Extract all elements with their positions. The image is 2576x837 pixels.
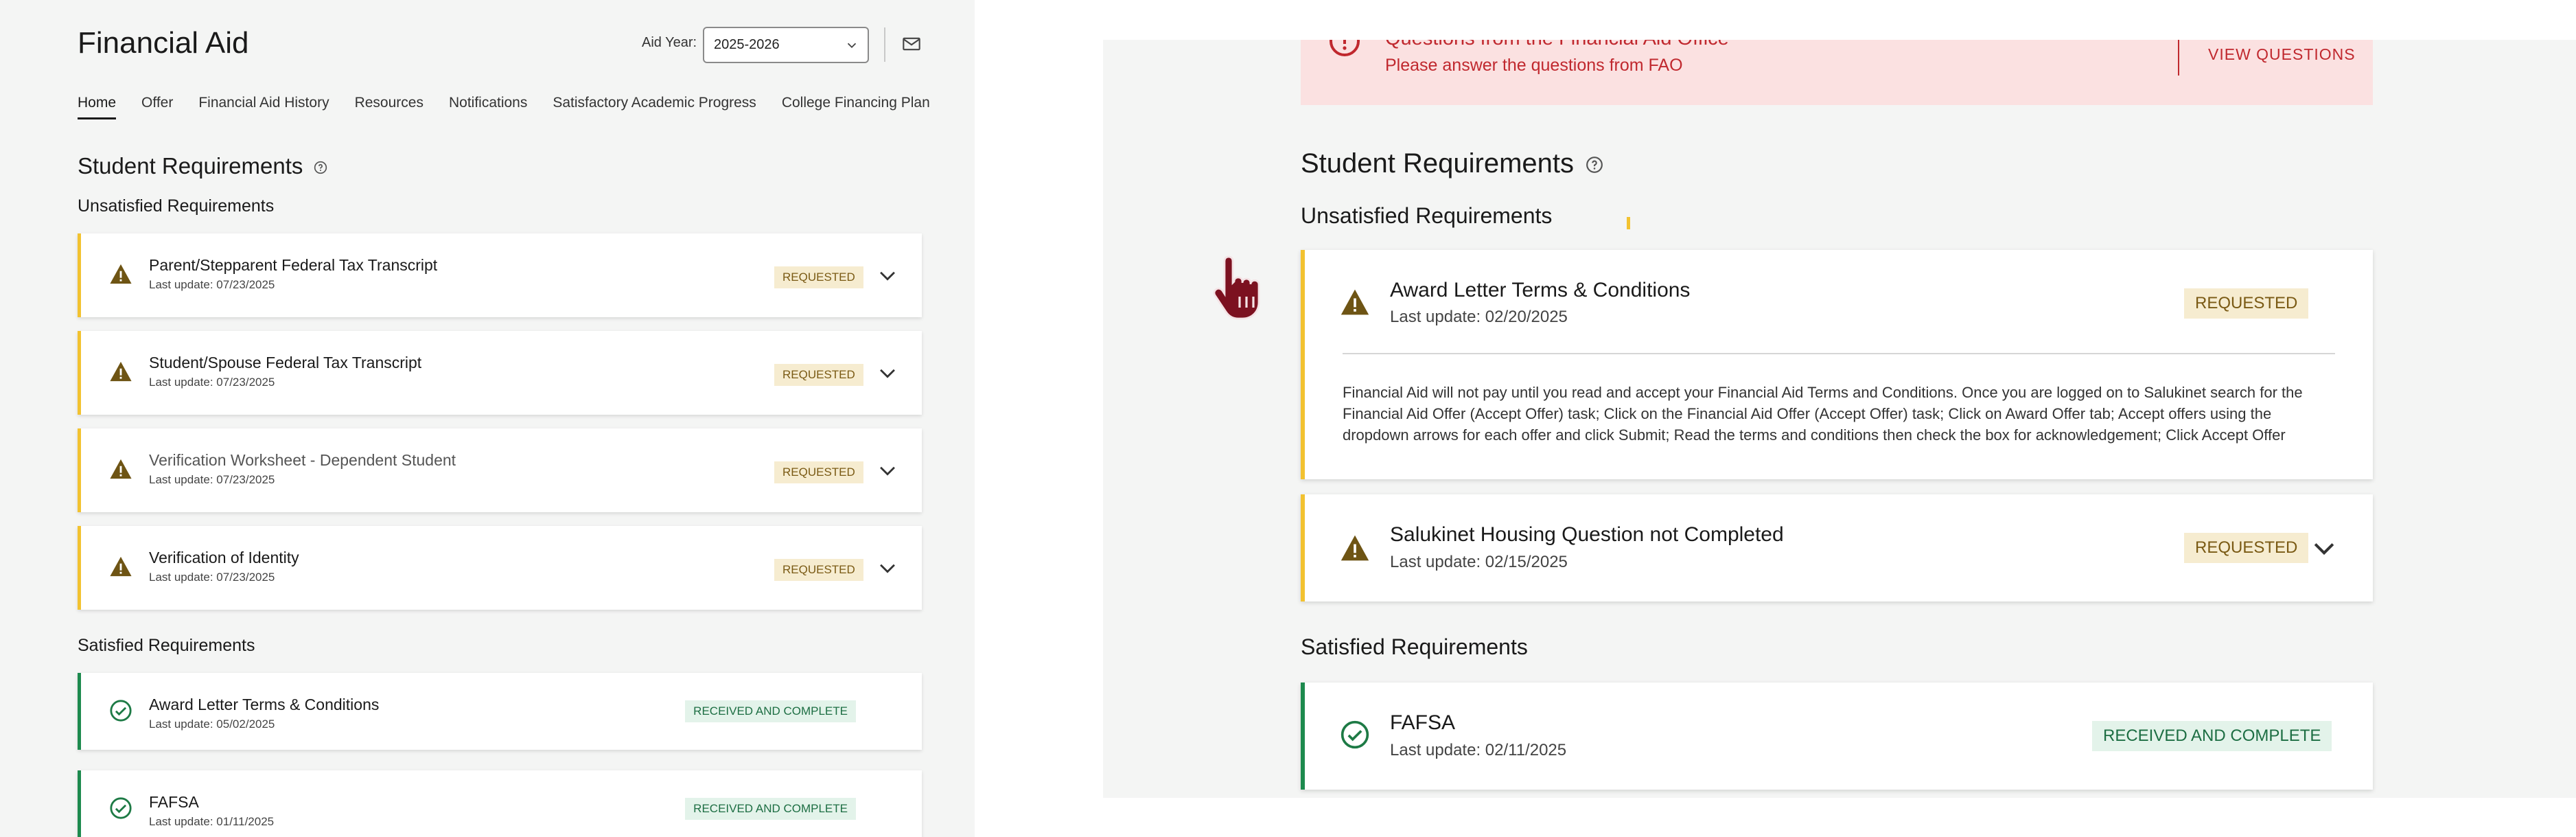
- aid-year-value: 2025-2026: [714, 37, 780, 52]
- status-badge: RECEIVED AND COMPLETE: [685, 700, 856, 722]
- tab-offer[interactable]: Offer: [141, 95, 173, 119]
- chevron-down-icon[interactable]: [2309, 533, 2339, 563]
- status-badge: REQUESTED: [2184, 533, 2309, 563]
- requirement-name: FAFSA: [1390, 711, 1456, 734]
- requirement-date: Last update: 01/11/2025: [149, 815, 275, 828]
- aid-year-label: Aid Year:: [642, 35, 697, 50]
- requirement-card-expanded[interactable]: Award Letter Terms & Conditions Last upd…: [1301, 250, 2373, 479]
- divider: [2178, 40, 2179, 76]
- divider: [1343, 353, 2335, 354]
- requirement-card[interactable]: FAFSA Last update: 02/11/2025 RECEIVED A…: [1301, 683, 2373, 790]
- requirement-name: FAFSA: [149, 793, 199, 811]
- requirement-date: Last update: 07/23/2025: [149, 278, 275, 291]
- status-badge: REQUESTED: [774, 559, 863, 581]
- requirement-card[interactable]: Award Letter Terms & Conditions Last upd…: [78, 673, 922, 750]
- alert-title: Questions from the Financial Aid Office: [1385, 40, 1729, 50]
- chevron-down-icon[interactable]: [876, 556, 899, 580]
- requirement-name: Award Letter Terms & Conditions: [149, 696, 380, 713]
- requirement-card[interactable]: Salukinet Housing Question not Completed…: [1301, 494, 2373, 601]
- requirement-date: Last update: 07/23/2025: [149, 376, 275, 389]
- status-badge: RECEIVED AND COMPLETE: [685, 798, 856, 820]
- unsatisfied-requirements-heading: Unsatisfied Requirements: [1301, 203, 1553, 228]
- help-icon[interactable]: [1586, 156, 1603, 174]
- requirement-name: Verification Worksheet - Dependent Stude…: [149, 451, 456, 469]
- student-requirements-title: Student Requirements: [78, 153, 303, 179]
- requirement-card[interactable]: FAFSA Last update: 01/11/2025 RECEIVED A…: [78, 770, 922, 837]
- help-icon[interactable]: [314, 161, 327, 174]
- check-circle-icon: [110, 797, 132, 819]
- requirement-name: Verification of Identity: [149, 549, 299, 566]
- requirement-description: Financial Aid will not pay until you rea…: [1343, 384, 2303, 444]
- requirement-date: Last update: 02/11/2025: [1390, 741, 1567, 759]
- status-badge: REQUESTED: [774, 266, 863, 288]
- divider: [884, 27, 885, 62]
- status-badge: RECEIVED AND COMPLETE: [2092, 721, 2332, 751]
- requirement-name: Salukinet Housing Question not Completed: [1390, 523, 1784, 546]
- alert-message: Please answer the questions from FAO: [1385, 56, 1683, 75]
- check-circle-icon: [110, 700, 132, 722]
- requirement-card[interactable]: Verification Worksheet - Dependent Stude…: [78, 428, 922, 512]
- requirement-name: Student/Spouse Federal Tax Transcript: [149, 354, 422, 371]
- warning-icon: [110, 264, 132, 284]
- nav-tabs: Home Offer Financial Aid History Resourc…: [78, 95, 955, 119]
- student-requirements-heading: Student Requirements: [1301, 148, 1603, 179]
- requirement-date: Last update: 02/20/2025: [1390, 308, 1568, 326]
- status-badge: REQUESTED: [2184, 288, 2309, 319]
- requirement-card[interactable]: Verification of Identity Last update: 07…: [78, 526, 922, 610]
- aid-year-select[interactable]: 2025-2026: [703, 27, 869, 63]
- tab-home[interactable]: Home: [78, 95, 117, 119]
- mail-icon[interactable]: [902, 34, 921, 54]
- tab-college-financing-plan[interactable]: College Financing Plan: [782, 95, 930, 119]
- tab-financial-aid-history[interactable]: Financial Aid History: [198, 95, 329, 119]
- warning-icon: [1341, 289, 1369, 315]
- requirement-name: Parent/Stepparent Federal Tax Transcript: [149, 256, 438, 274]
- chevron-down-icon[interactable]: [876, 264, 899, 287]
- left-screenshot-panel: Financial Aid Aid Year: 2025-2026 Home O…: [0, 0, 975, 837]
- student-requirements-heading: Student Requirements: [78, 153, 327, 179]
- requirement-name: Award Letter Terms & Conditions: [1390, 279, 1691, 301]
- alert-banner: Questions from the Financial Aid Office …: [1301, 40, 2373, 105]
- view-questions-button[interactable]: VIEW QUESTIONS: [2208, 45, 2356, 64]
- chevron-down-icon[interactable]: [876, 361, 899, 385]
- focus-marker: [1627, 217, 1630, 229]
- requirement-card[interactable]: Student/Spouse Federal Tax Transcript La…: [78, 331, 922, 415]
- status-badge: REQUESTED: [774, 364, 863, 386]
- chevron-down-icon: [847, 43, 857, 49]
- requirement-date: Last update: 07/23/2025: [149, 571, 275, 584]
- warning-icon: [110, 459, 132, 479]
- requirement-date: Last update: 07/23/2025: [149, 473, 275, 486]
- requirement-date: Last update: 02/15/2025: [1390, 553, 1568, 571]
- warning-icon: [1341, 535, 1369, 561]
- right-screenshot-panel: Questions from the Financial Aid Office …: [1103, 40, 2576, 798]
- student-requirements-title: Student Requirements: [1301, 148, 1575, 179]
- tab-notifications[interactable]: Notifications: [449, 95, 527, 119]
- check-circle-icon: [1341, 720, 1369, 749]
- requirement-card[interactable]: Parent/Stepparent Federal Tax Transcript…: [78, 233, 922, 317]
- tab-resources[interactable]: Resources: [355, 95, 423, 119]
- warning-icon: [110, 556, 132, 577]
- status-badge: REQUESTED: [774, 461, 863, 483]
- alert-circle-icon: [1330, 40, 1360, 56]
- warning-icon: [110, 361, 132, 382]
- tab-satisfactory-academic-progress[interactable]: Satisfactory Academic Progress: [553, 95, 756, 119]
- pointer-hand-cursor-icon: [1213, 255, 1260, 320]
- chevron-down-icon[interactable]: [876, 459, 899, 482]
- unsatisfied-requirements-heading: Unsatisfied Requirements: [78, 196, 275, 216]
- requirement-date: Last update: 05/02/2025: [149, 718, 275, 731]
- satisfied-requirements-heading: Satisfied Requirements: [1301, 634, 1528, 659]
- page-title: Financial Aid: [78, 26, 249, 60]
- satisfied-requirements-heading: Satisfied Requirements: [78, 636, 255, 655]
